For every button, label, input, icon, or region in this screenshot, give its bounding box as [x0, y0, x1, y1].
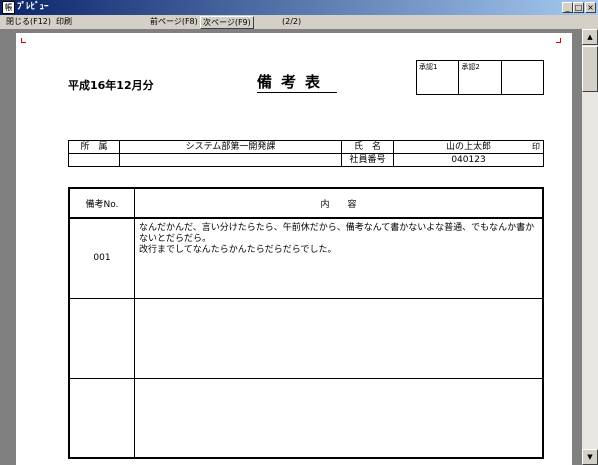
close-window-button[interactable]: ×	[585, 2, 596, 13]
employee-number-label: 社員番号	[341, 153, 394, 167]
note-row: 001 なんだかんだ、言い分けたらたら、午前休だから、備考なんて書かないよな普通…	[68, 217, 544, 299]
crop-mark-top-left	[21, 38, 26, 43]
approval-stamp-table: 承認1 承認2	[415, 60, 545, 95]
note-content: なんだかんだ、言い分けたらたら、午前休だから、備考なんて書かないよな普通、でもな…	[134, 217, 544, 299]
note-no: 001	[68, 217, 135, 299]
preview-window: 帳 ﾌﾟﾚﾋﾞｭｰ _ □ × 閉じる(F12) 印刷 前ページ(F8) 次ペー…	[0, 0, 598, 465]
dept-empty-2	[119, 153, 342, 167]
note-no	[68, 377, 135, 459]
seal-mark: 印	[532, 142, 540, 151]
approval-box-2: 承認2	[458, 60, 502, 95]
scroll-down-button[interactable]: ▼	[582, 449, 598, 465]
employee-info-table: 所 属 システム部第一開発課 氏 名 山の上太郎 印 社員番号 040123	[68, 140, 544, 167]
crop-mark-top-right	[556, 38, 561, 43]
scroll-thumb[interactable]	[582, 46, 598, 92]
dept-label: 所 属	[68, 140, 120, 154]
notes-content-header: 内 容	[134, 187, 544, 219]
page-indicator: (2/2)	[282, 17, 302, 26]
title-bar[interactable]: 帳 ﾌﾟﾚﾋﾞｭｰ _ □ ×	[0, 0, 598, 15]
menu-close[interactable]: 閉じる(F12)	[6, 15, 51, 29]
note-row	[68, 297, 544, 379]
preview-viewport: 平成16年12月分 備考表 承認1 承認2 所 属 システム部第一開発課 氏 名…	[0, 29, 582, 465]
app-icon[interactable]: 帳	[2, 1, 15, 14]
notes-table: 備考No. 内 容 001 なんだかんだ、言い分けたらたら、午前休だから、備考な…	[68, 187, 544, 459]
menu-print[interactable]: 印刷	[56, 15, 72, 29]
menu-next-page[interactable]: 次ページ(F9)	[200, 16, 254, 29]
name-label: 氏 名	[341, 140, 394, 154]
dept-empty-1	[68, 153, 120, 167]
notes-no-header: 備考No.	[68, 187, 135, 219]
report-page: 平成16年12月分 備考表 承認1 承認2 所 属 システム部第一開発課 氏 名…	[16, 33, 572, 465]
name-cell: 山の上太郎 印	[393, 140, 544, 154]
note-content	[134, 297, 544, 379]
scroll-up-button[interactable]: ▲	[582, 29, 598, 45]
period-heading: 平成16年12月分	[68, 79, 154, 92]
vertical-scrollbar[interactable]: ▲ ▼	[582, 29, 598, 465]
name-value: 山の上太郎	[445, 142, 491, 152]
minimize-button[interactable]: _	[562, 2, 573, 13]
document-title: 備考表	[257, 72, 337, 93]
approval-box-3	[500, 60, 545, 95]
note-content	[134, 377, 544, 459]
note-no	[68, 297, 135, 379]
dept-value: システム部第一開発課	[119, 140, 342, 154]
approval-box-1: 承認1	[415, 60, 460, 95]
employee-number-value: 040123	[393, 153, 544, 167]
menu-prev-page[interactable]: 前ページ(F8)	[150, 15, 198, 29]
maximize-button[interactable]: □	[573, 2, 584, 13]
menu-bar: 閉じる(F12) 印刷 前ページ(F8) 次ページ(F9) (2/2)	[0, 15, 598, 29]
window-title: ﾌﾟﾚﾋﾞｭｰ	[17, 2, 49, 12]
note-row	[68, 377, 544, 459]
